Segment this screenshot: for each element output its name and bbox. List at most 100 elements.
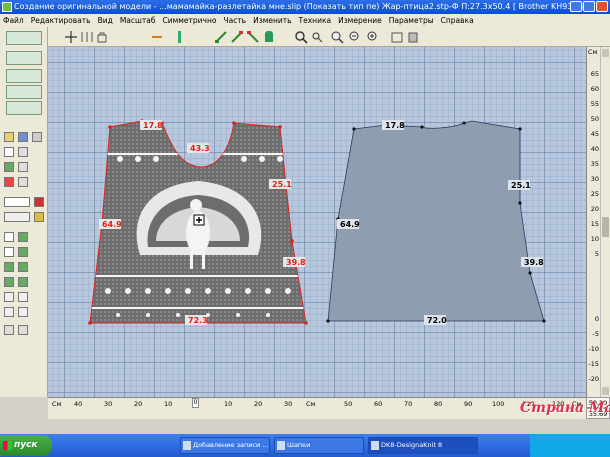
check-icon[interactable] xyxy=(4,162,14,172)
hruler-tick: 20 xyxy=(254,400,263,408)
hruler-tick: 70 xyxy=(404,400,413,408)
vruler-tick: 25 xyxy=(590,190,599,198)
task-button[interactable]: Шапки xyxy=(274,437,364,454)
vruler-tick: 20 xyxy=(590,205,599,213)
remove-icon[interactable] xyxy=(18,325,28,335)
back-view-icon[interactable] xyxy=(406,30,420,44)
vruler-tick: -20 xyxy=(588,375,599,383)
label-right-bottom: 72.0 xyxy=(427,316,447,325)
task-button[interactable]: Добавление записи ... xyxy=(180,437,270,454)
bag-icon[interactable] xyxy=(95,30,109,44)
hruler-tick: 30 xyxy=(284,400,293,408)
menu-part[interactable]: Часть xyxy=(223,14,246,27)
copy-icon[interactable] xyxy=(18,147,28,157)
zoom-page-icon[interactable] xyxy=(366,30,380,44)
browser-icon xyxy=(183,441,191,450)
distribute-icon[interactable] xyxy=(4,247,14,257)
shape-tool-3-icon[interactable] xyxy=(246,30,260,44)
zoom-area-icon[interactable] xyxy=(330,30,344,44)
shape-tool-1-icon[interactable] xyxy=(214,30,228,44)
align-center-icon[interactable] xyxy=(18,232,28,242)
zoom-fit-icon[interactable] xyxy=(348,30,362,44)
hruler-tick: 80 xyxy=(434,400,443,408)
add-icon[interactable] xyxy=(4,325,14,335)
hruler-zero: 0 xyxy=(192,398,199,408)
line-tool-icon[interactable] xyxy=(4,212,30,222)
tool-adjust-button[interactable] xyxy=(6,85,42,99)
open-icon[interactable] xyxy=(4,132,14,142)
watermark: Страна Мам xyxy=(520,400,610,416)
vruler-unit: См xyxy=(588,48,598,56)
start-button[interactable]: пуск xyxy=(0,435,52,456)
pattern-canvas[interactable]: 17.8 43.3 25.1 64.9 39.8 72.3 17.8 25.1 … xyxy=(48,47,586,397)
scroll-thumb[interactable] xyxy=(602,217,609,237)
menu-help[interactable]: Справка xyxy=(441,14,474,27)
grid-icon[interactable] xyxy=(18,307,28,317)
menu-scale[interactable]: Масштаб xyxy=(120,14,156,27)
horizontal-scrollbar[interactable] xyxy=(48,409,586,419)
hruler-tick: 30 xyxy=(104,400,113,408)
menu-technique[interactable]: Техника xyxy=(299,14,332,27)
hruler-unit-right: См xyxy=(306,400,316,408)
hruler-tick: 10 xyxy=(164,400,173,408)
move-up-icon[interactable] xyxy=(18,262,28,272)
zoom-out-icon[interactable] xyxy=(310,30,324,44)
menu-modify[interactable]: Изменить xyxy=(253,14,291,27)
menu-file[interactable]: Файл xyxy=(3,14,24,27)
scroll-up-icon[interactable] xyxy=(602,49,609,57)
garment-icon[interactable] xyxy=(262,30,276,44)
folder-icon xyxy=(277,441,285,450)
tool-wave-button[interactable] xyxy=(6,69,42,83)
tool-shirt-button[interactable] xyxy=(6,31,42,45)
crosshair-icon[interactable] xyxy=(64,30,78,44)
close-button[interactable] xyxy=(596,1,608,12)
hruler-tick: 50 xyxy=(344,400,353,408)
tool-shape-button[interactable] xyxy=(6,51,42,65)
vruler-tick: 5 xyxy=(594,250,599,258)
point-tool-icon[interactable] xyxy=(34,197,44,207)
maximize-button[interactable] xyxy=(583,1,595,12)
menu-edit[interactable]: Редактировать xyxy=(31,14,91,27)
pattern-piece-right[interactable]: 17.8 25.1 64.9 39.8 72.0 xyxy=(326,120,546,325)
hruler-tick: 20 xyxy=(134,400,143,408)
menu-options[interactable]: Параметры xyxy=(389,14,434,27)
menu-bar: Файл Редактировать Вид Масштаб Симметрич… xyxy=(0,14,610,27)
delete-icon[interactable] xyxy=(4,177,14,187)
menu-measure[interactable]: Измерение xyxy=(338,14,382,27)
curve-tool-icon[interactable] xyxy=(4,197,30,207)
rotate-left-icon[interactable] xyxy=(4,292,14,302)
mirror-icon[interactable] xyxy=(18,247,28,257)
undo-icon[interactable] xyxy=(18,177,28,187)
vruler-tick: 50 xyxy=(590,115,599,123)
vertical-bar-icon[interactable] xyxy=(172,30,186,44)
front-view-icon[interactable] xyxy=(390,30,404,44)
ruler-tool-icon[interactable] xyxy=(34,212,44,222)
measure-line-icon[interactable] xyxy=(150,30,164,44)
plus-icon[interactable] xyxy=(4,307,14,317)
hruler-tick: 60 xyxy=(374,400,383,408)
menu-symmetry[interactable]: Симметрично xyxy=(162,14,216,27)
task-button-active[interactable]: DK8-DesignaKnit 8 xyxy=(368,437,478,454)
move-down-icon[interactable] xyxy=(4,262,14,272)
app-icon xyxy=(2,2,12,12)
save-icon[interactable] xyxy=(18,132,28,142)
shrink-icon[interactable] xyxy=(18,277,28,287)
print-icon[interactable] xyxy=(32,132,42,142)
split-icon[interactable] xyxy=(80,30,94,44)
help-icon[interactable] xyxy=(4,147,14,157)
search-icon[interactable] xyxy=(294,30,308,44)
minimize-button[interactable] xyxy=(570,1,582,12)
paste-icon[interactable] xyxy=(18,162,28,172)
expand-icon[interactable] xyxy=(4,277,14,287)
vertical-scrollbar[interactable] xyxy=(600,47,610,397)
window-title: Создание оригинальной модели - ...мамама… xyxy=(14,2,584,11)
scroll-down-icon[interactable] xyxy=(602,387,609,395)
tool-panel-button[interactable] xyxy=(6,101,42,115)
designaknit-icon xyxy=(371,441,379,450)
align-top-icon[interactable] xyxy=(4,232,14,242)
label-right-side: 39.8 xyxy=(286,258,306,267)
rotate-right-icon[interactable] xyxy=(18,292,28,302)
menu-view[interactable]: Вид xyxy=(98,14,113,27)
vruler-tick: 55 xyxy=(590,100,599,108)
shape-tool-2-icon[interactable] xyxy=(230,30,244,44)
